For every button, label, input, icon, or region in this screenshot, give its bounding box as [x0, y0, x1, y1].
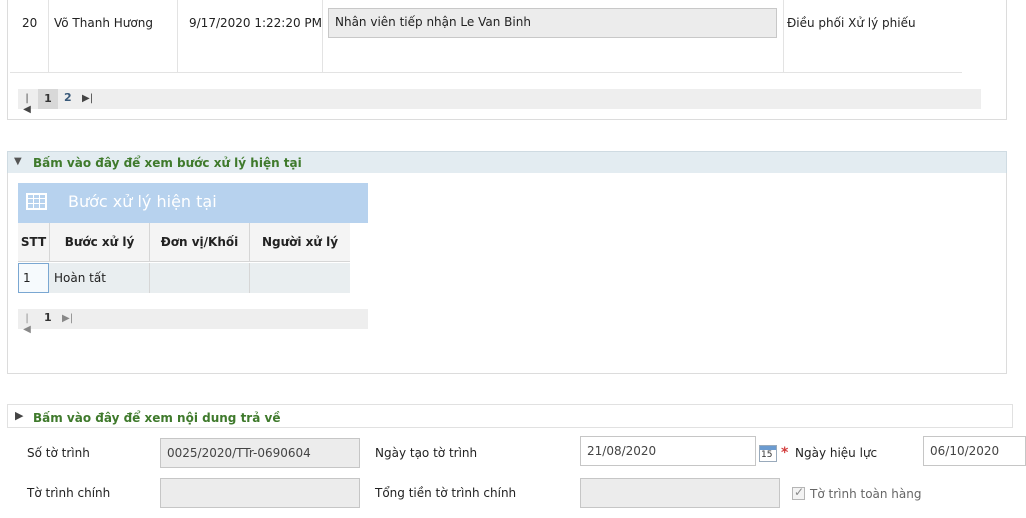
last-page-icon[interactable]: ▶|	[82, 93, 93, 104]
tong-tien-label: Tổng tiền tờ trình chính	[375, 486, 517, 500]
grid-title-bar: Bước xử lý hiện tại	[18, 183, 368, 223]
cell-handler	[250, 263, 350, 293]
return-section-header[interactable]: ▶ Bấm vào đây để xem nội dung trả về	[7, 404, 1013, 428]
cell-step: Hoàn tất	[50, 263, 150, 293]
tong-tien-field[interactable]	[580, 478, 780, 508]
pager-page-1[interactable]: 1	[38, 89, 58, 109]
so-to-trinh-field[interactable]: 0025/2020/TTr-0690604	[160, 438, 360, 468]
history-person: Võ Thanh Hương	[54, 16, 153, 30]
current-step-section-header[interactable]: ▼ Bấm vào đây để xem bước xử lý hiện tại	[7, 151, 1007, 173]
first-page-icon[interactable]: |◀	[22, 313, 32, 335]
grid-title: Bước xử lý hiện tại	[68, 192, 217, 211]
column-divider	[322, 0, 323, 72]
chevron-down-icon: ▼	[14, 156, 22, 167]
so-to-trinh-label: Số tờ trình	[27, 446, 90, 460]
column-divider	[783, 0, 784, 72]
history-index: 20	[22, 16, 38, 30]
checkmark-icon: ✓	[794, 485, 805, 499]
current-step-pager: |◀ 1 ▶|	[18, 309, 368, 335]
grid-header: STT Bước xử lý Đơn vị/Khối Người xử lý	[18, 223, 350, 262]
cell-stt[interactable]: 1	[18, 263, 49, 293]
ngay-tao-field[interactable]: 21/08/2020	[580, 436, 756, 466]
chevron-right-icon: ▶	[15, 409, 24, 422]
history-action: Điều phối Xử lý phiếu	[787, 16, 916, 30]
table-row[interactable]: 1 Hoàn tất	[18, 263, 350, 293]
pager-page-1[interactable]: 1	[44, 311, 52, 324]
calendar-icon[interactable]: 15	[759, 445, 777, 462]
column-divider	[177, 0, 178, 72]
pager-page-2[interactable]: 2	[64, 91, 72, 104]
table-icon	[26, 193, 47, 210]
column-divider	[48, 0, 49, 72]
row-divider	[10, 72, 962, 73]
column-header-step[interactable]: Bước xử lý	[50, 223, 150, 262]
ngay-hieu-luc-label: Ngày hiệu lực	[795, 446, 878, 460]
cell-unit	[150, 263, 250, 293]
history-timestamp: 9/17/2020 1:22:20 PM	[189, 16, 323, 30]
to-trinh-toan-hang-checkbox[interactable]: ✓	[792, 485, 805, 500]
ngay-hieu-luc-field[interactable]: 06/10/2020	[923, 436, 1026, 466]
column-header-handler[interactable]: Người xử lý	[250, 223, 350, 262]
first-page-icon[interactable]: |◀	[22, 93, 32, 115]
to-trinh-chinh-field[interactable]	[160, 478, 360, 508]
return-section-title: Bấm vào đây để xem nội dung trả về	[33, 411, 281, 425]
required-mark: *	[781, 445, 789, 461]
ngay-tao-label: Ngày tạo tờ trình	[375, 446, 478, 460]
to-trinh-chinh-label: Tờ trình chính	[27, 486, 111, 500]
last-page-icon[interactable]: ▶|	[62, 313, 73, 324]
column-header-unit[interactable]: Đơn vị/Khối	[150, 223, 250, 262]
history-pager: |◀ 1 2 ▶|	[18, 89, 981, 115]
to-trinh-toan-hang-label: Tờ trình toàn hàng	[810, 487, 922, 501]
history-note-field[interactable]: Nhân viên tiếp nhận Le Van Binh	[328, 8, 777, 38]
column-header-stt[interactable]: STT	[18, 223, 50, 262]
current-step-section-title: Bấm vào đây để xem bước xử lý hiện tại	[33, 156, 302, 170]
